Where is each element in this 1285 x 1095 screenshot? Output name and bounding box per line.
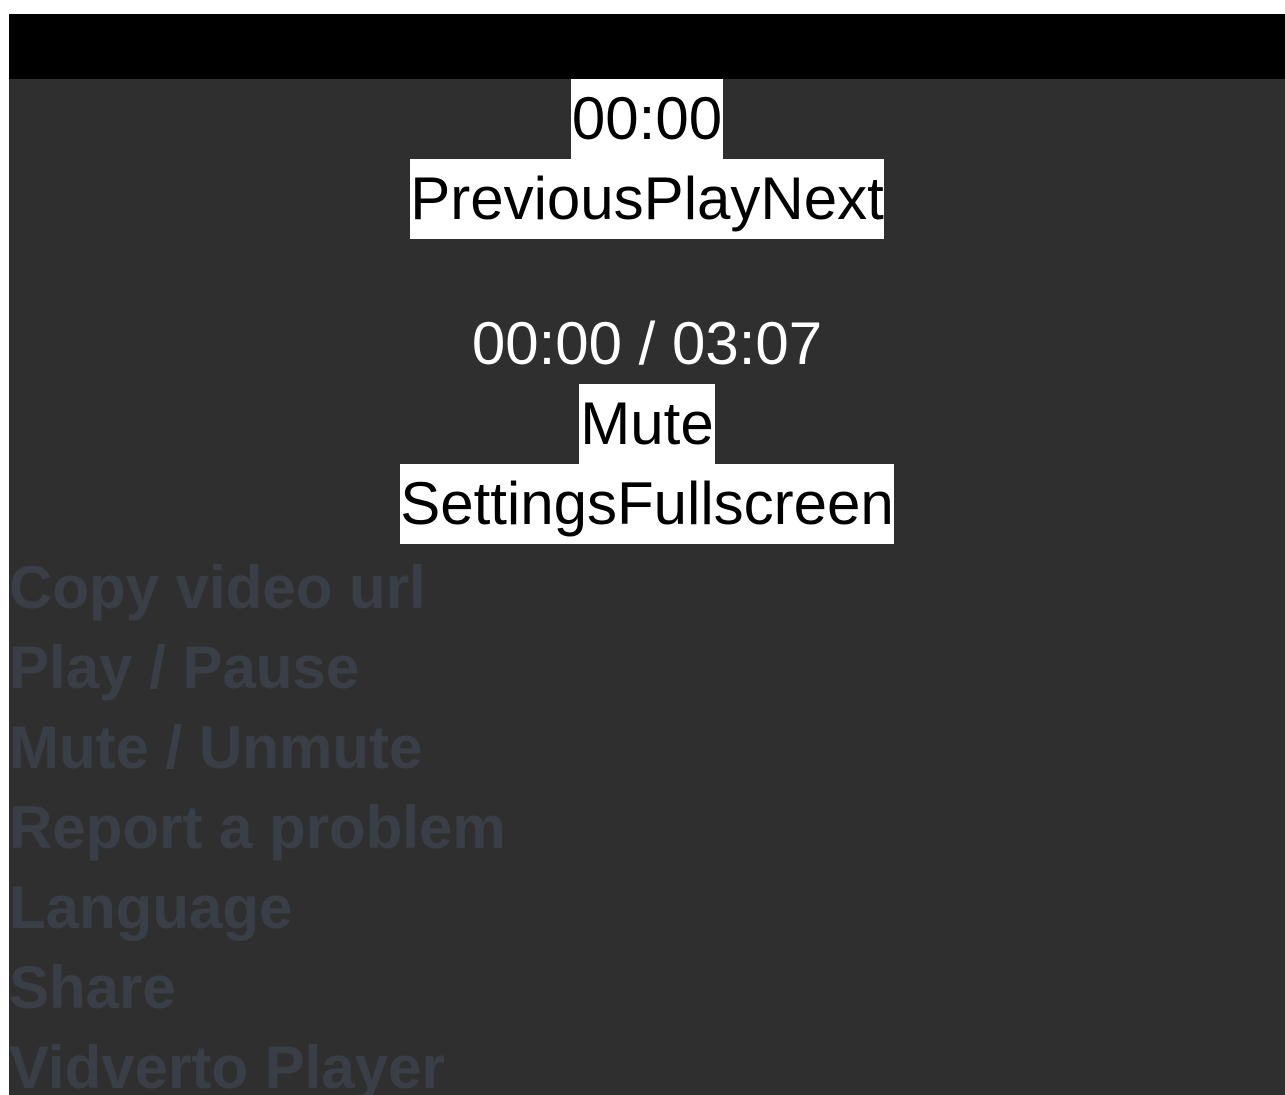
- play-button[interactable]: Play: [643, 159, 761, 239]
- playback-buttons: PreviousPlayNext: [410, 159, 884, 239]
- current-time-label: 00:00: [570, 79, 724, 159]
- menu-item-language[interactable]: Language: [9, 868, 709, 948]
- mute-button[interactable]: Mute: [579, 384, 715, 464]
- previous-button[interactable]: Previous: [410, 159, 644, 239]
- menu-item-play-pause[interactable]: Play / Pause: [9, 628, 709, 708]
- menu-item-report-problem[interactable]: Report a problem: [9, 788, 709, 868]
- video-player[interactable]: 00:00 PreviousPlayNext 00:00 / 03:07 Mut…: [9, 14, 1285, 1095]
- player-controls: 00:00 PreviousPlayNext 00:00 / 03:07 Mut…: [9, 79, 1285, 544]
- next-button[interactable]: Next: [760, 159, 884, 239]
- fullscreen-button[interactable]: Fullscreen: [617, 464, 894, 544]
- context-menu: Copy video url Play / Pause Mute / Unmut…: [9, 548, 709, 1095]
- video-area[interactable]: [9, 14, 1285, 79]
- menu-item-copy-video-url[interactable]: Copy video url: [9, 548, 709, 628]
- controls-spacer: [9, 239, 1285, 304]
- menu-item-share[interactable]: Share: [9, 948, 709, 1028]
- menu-item-mute-unmute[interactable]: Mute / Unmute: [9, 708, 709, 788]
- view-buttons: SettingsFullscreen: [400, 464, 894, 544]
- settings-button[interactable]: Settings: [400, 464, 617, 544]
- menu-item-vidverto-player[interactable]: Vidverto Player: [9, 1028, 709, 1095]
- time-display: 00:00 / 03:07: [471, 310, 823, 377]
